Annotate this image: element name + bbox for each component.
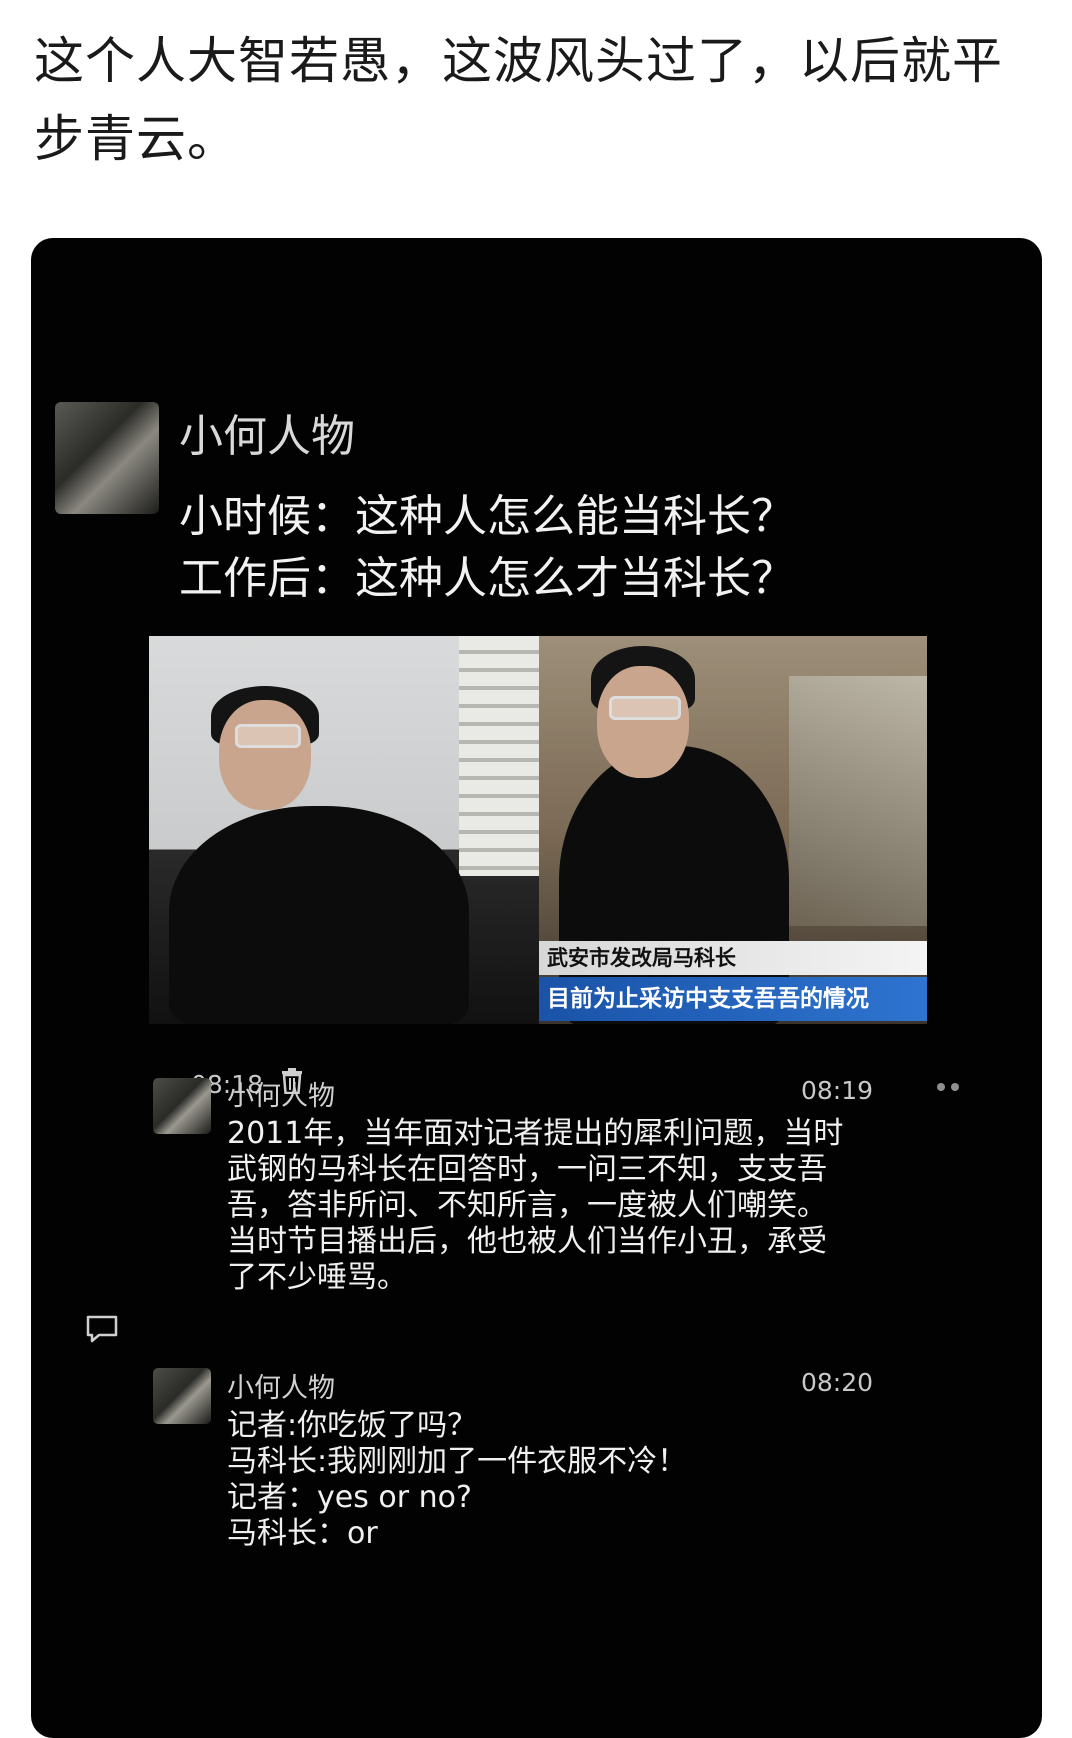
comment-author[interactable]: 小何人物 [227, 1074, 335, 1113]
video-frame-left [149, 636, 539, 1024]
author-avatar[interactable] [55, 402, 159, 514]
comment-text: 记者:你吃饭了吗？ 马科长:我刚刚加了一件衣服不冷！ 记者：yes or no?… [227, 1408, 847, 1552]
comment-avatar[interactable] [153, 1078, 211, 1134]
more-icon[interactable] [931, 1080, 967, 1094]
comment-time: 08:20 [801, 1368, 874, 1397]
post-line-2: 工作后：这种人怎么才当科长？ [179, 553, 795, 604]
comment-icon[interactable] [85, 1314, 119, 1344]
comment-text-p2: 当时节目播出后，他也被人们当作小丑，承受了不少唾骂。 [227, 1224, 827, 1295]
news-subtitle-banner: 目前为止采访中支支吾吾的情况 [539, 977, 927, 1021]
video-thumbnail[interactable]: 武安市发改局马科长 目前为止采访中支支吾吾的情况 [149, 636, 927, 1024]
comment-dialog-line: 记者：yes or no? [227, 1480, 472, 1515]
comment-author[interactable]: 小何人物 [227, 1366, 335, 1405]
post-line-1: 小时候：这种人怎么能当科长？ [179, 491, 795, 542]
note-card: 小何人物 小时候：这种人怎么能当科长？ 工作后：这种人怎么才当科长？ 武安市发改… [31, 238, 1042, 1738]
comment-text-p1: 2011年，当年面对记者提出的犀利问题，当时武钢的马科长在回答时，一问三不知，支… [227, 1116, 844, 1223]
comment-text: 2011年，当年面对记者提出的犀利问题，当时武钢的马科长在回答时，一问三不知，支… [227, 1116, 847, 1296]
comment-avatar[interactable] [153, 1368, 211, 1424]
news-title-banner: 武安市发改局马科长 [539, 941, 927, 975]
author-name[interactable]: 小何人物 [179, 400, 355, 464]
comment-dialog-line: 记者:你吃饭了吗？ [227, 1408, 478, 1443]
comment-dialog-line: 马科长:我刚刚加了一件衣服不冷！ [227, 1444, 688, 1479]
comment-time: 08:19 [801, 1076, 874, 1105]
comment-dialog-line: 马科长：or [227, 1516, 378, 1551]
post-caption: 这个人大智若愚，这波风头过了，以后就平步青云。 [34, 32, 1003, 168]
